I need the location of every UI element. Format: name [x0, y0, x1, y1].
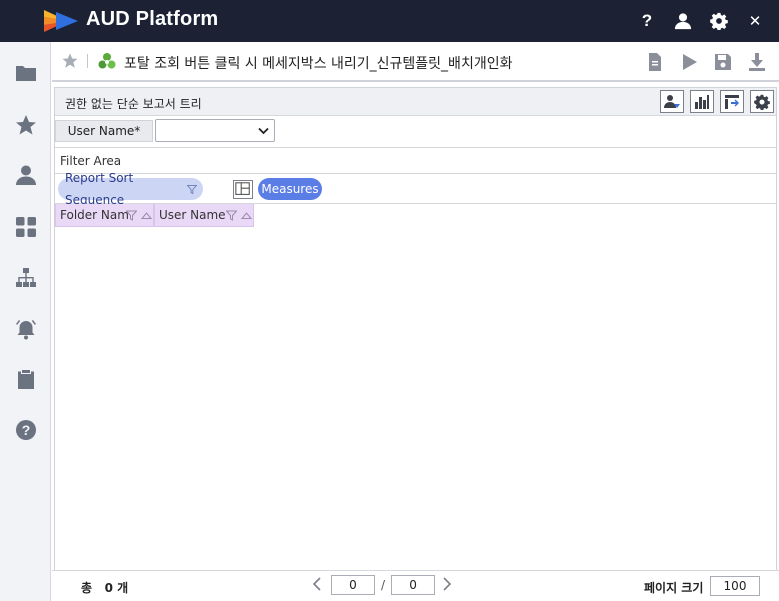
close-glyph: ✕	[748, 12, 762, 30]
chevron-down-icon	[258, 127, 269, 135]
settings-icon[interactable]	[750, 90, 774, 113]
download-icon[interactable]	[747, 52, 767, 72]
chevron-right-icon[interactable]	[441, 577, 455, 593]
person-icon[interactable]	[15, 164, 37, 186]
pager: 0 / 0	[311, 575, 455, 595]
layout-toggle-icon[interactable]	[233, 180, 253, 199]
close-icon[interactable]: ✕	[745, 11, 765, 31]
panel-header: 권한 없는 단순 보고서 트리	[55, 88, 776, 116]
measures-chip[interactable]: Measures	[258, 178, 322, 200]
title-divider	[87, 54, 88, 68]
report-sort-sequence-chip[interactable]: Report Sort Sequence	[58, 171, 203, 207]
save-icon[interactable]	[713, 52, 733, 72]
clipboard-icon[interactable]	[15, 368, 37, 390]
current-page-input[interactable]: 0	[331, 575, 375, 595]
help-icon[interactable]: ?	[637, 11, 657, 31]
hierarchy-icon[interactable]	[15, 267, 37, 289]
run-icon[interactable]	[679, 52, 699, 72]
column-header-user-name[interactable]: User Name	[154, 204, 254, 227]
page-separator: /	[381, 578, 386, 592]
alarm-icon[interactable]	[15, 318, 37, 340]
dashboard-icon[interactable]	[15, 216, 37, 238]
report-panel: 권한 없는 단순 보고서 트리 User Name* Filter Area R…	[54, 87, 777, 601]
sidebar: ?	[0, 42, 51, 601]
page-size-label: 페이지 크기	[644, 581, 704, 595]
pivot-icon[interactable]	[720, 90, 744, 113]
user-filter-icon[interactable]	[660, 90, 684, 113]
report-type-icon	[98, 52, 116, 70]
report-title: 포탈 조회 버튼 클릭 시 메세지박스 내리기_신규템플릿_배치개인화	[124, 56, 513, 72]
document-icon[interactable]	[645, 52, 665, 72]
help-glyph: ?	[641, 11, 653, 30]
bar-chart-icon[interactable]	[690, 90, 714, 113]
total-unit: 개	[117, 581, 129, 595]
top-bar: AUD Platform ? ✕	[0, 0, 779, 42]
aud-logo-icon	[42, 8, 80, 34]
filter-icon[interactable]	[126, 210, 137, 221]
svg-text:?: ?	[22, 422, 31, 438]
column-header-label: Folder Nam	[60, 208, 129, 222]
favorite-star-icon[interactable]	[62, 53, 78, 69]
panel-title: 권한 없는 단순 보고서 트리	[65, 97, 202, 111]
page-size-input[interactable]: 100	[710, 576, 760, 596]
sort-asc-icon[interactable]	[141, 210, 152, 221]
main-content: 포탈 조회 버튼 클릭 시 메세지박스 내리기_신규템플릿_배치개인화 권한 없…	[52, 42, 779, 601]
help-circle-icon[interactable]: ?	[15, 419, 37, 441]
user-name-select[interactable]	[155, 119, 275, 142]
grid-header: Folder Nam User Name	[55, 204, 254, 227]
pivot-row: Report Sort Sequence Measures	[55, 171, 776, 207]
brand-title: AUD Platform	[86, 8, 219, 30]
pagination-footer: 총 0 개 0 / 0 페이지 크기 100	[52, 570, 779, 601]
star-icon[interactable]	[15, 114, 37, 136]
total-label: 총	[81, 581, 93, 595]
report-title-bar: 포탈 조회 버튼 클릭 시 메세지박스 내리기_신규템플릿_배치개인화	[52, 42, 779, 82]
sort-asc-icon[interactable]	[241, 210, 252, 221]
total-pages: 0	[391, 575, 436, 595]
chevron-left-icon[interactable]	[311, 577, 325, 593]
user-icon[interactable]	[673, 11, 693, 31]
parameter-row: User Name*	[55, 117, 776, 145]
column-header-label: User Name	[159, 208, 226, 222]
total-count: 총 0 개	[81, 579, 128, 596]
filter-area-label: Filter Area	[60, 154, 122, 168]
filter-icon[interactable]	[226, 210, 237, 221]
gear-icon[interactable]	[709, 11, 729, 31]
total-value: 0	[104, 581, 113, 595]
folder-icon[interactable]	[15, 62, 37, 84]
filter-icon[interactable]	[187, 184, 197, 195]
user-name-label: User Name*	[55, 120, 153, 142]
column-header-folder-name[interactable]: Folder Nam	[55, 204, 154, 227]
